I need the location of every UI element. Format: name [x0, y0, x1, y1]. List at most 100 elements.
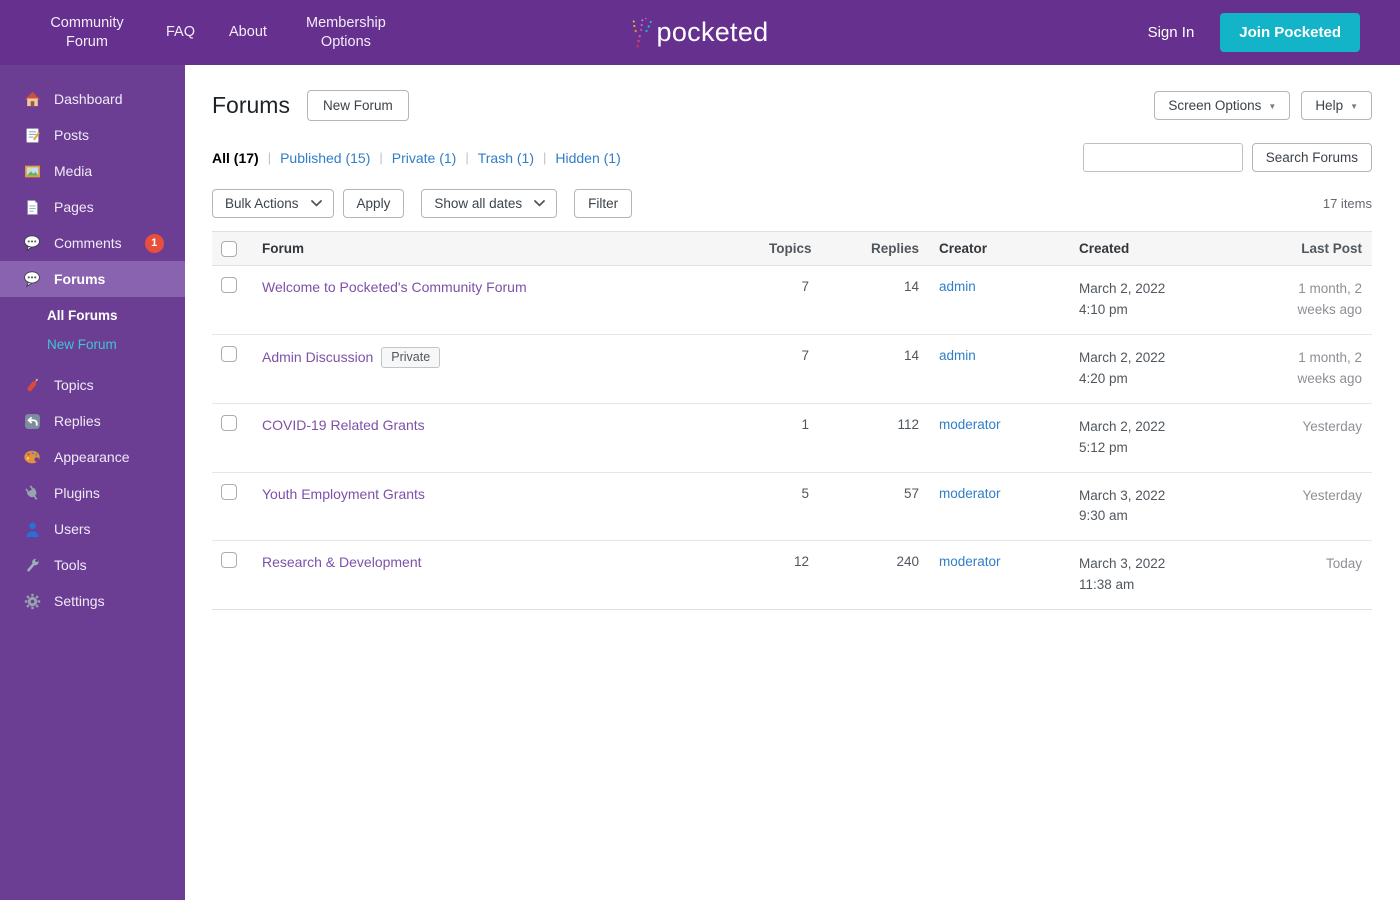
bulk-actions-select[interactable]: Bulk Actions — [212, 189, 334, 218]
table-row: Welcome to Pocketed's Community Forum 7 … — [212, 266, 1372, 335]
created-cell: March 2, 2022 4:10 pm — [1069, 266, 1284, 334]
select-all-checkbox[interactable] — [221, 241, 237, 257]
sidebar-item-pages[interactable]: Pages — [0, 189, 185, 225]
speech-bubble-icon — [23, 270, 41, 288]
reply-arrow-icon — [23, 412, 41, 430]
replies-count: 57 — [903, 485, 919, 501]
caret-down-icon: ▼ — [1268, 102, 1277, 111]
dates-filter-select[interactable]: Show all dates — [421, 189, 558, 218]
last-post: Yesterday — [1302, 418, 1362, 434]
forum-link[interactable]: Admin Discussion — [262, 349, 373, 365]
caret-down-icon: ▼ — [1350, 102, 1358, 111]
new-forum-button[interactable]: New Forum — [306, 90, 409, 121]
creator-link[interactable]: moderator — [939, 554, 1001, 569]
replies-count: 240 — [896, 554, 919, 570]
main-content: Forums New Forum Screen Options ▼ Help ▼ A… — [185, 65, 1400, 900]
last-post: 1 month, 2 weeks ago — [1297, 281, 1362, 317]
nav-community-forum[interactable]: Community Forum — [28, 10, 146, 56]
apply-button[interactable]: Apply — [342, 189, 405, 218]
separator: | — [543, 150, 547, 165]
nav-membership-options[interactable]: Membership Options — [287, 10, 405, 56]
row-checkbox[interactable] — [221, 552, 237, 569]
created-date: March 3, 2022 — [1079, 487, 1166, 503]
sidebar-item-label: Pages — [54, 199, 94, 215]
screen-options-label: Screen Options — [1168, 98, 1262, 113]
forum-link[interactable]: COVID-19 Related Grants — [262, 417, 425, 433]
sidebar-item-posts[interactable]: Posts — [0, 117, 185, 153]
creator-link[interactable]: admin — [939, 348, 976, 363]
column-header-replies: Replies — [870, 241, 919, 256]
creator-link[interactable]: moderator — [939, 417, 1001, 432]
created-cell: March 3, 2022 11:38 am — [1069, 541, 1284, 609]
creator-link[interactable]: moderator — [939, 486, 1001, 501]
nav-about[interactable]: About — [215, 19, 281, 46]
top-bar-right: Sign In Join Pocketed — [1148, 13, 1360, 52]
replies-count: 14 — [903, 347, 919, 363]
sidebar-item-replies[interactable]: Replies — [0, 403, 185, 439]
forum-link[interactable]: Welcome to Pocketed's Community Forum — [262, 279, 527, 295]
submenu-new-forum[interactable]: New Forum — [0, 330, 185, 359]
submenu-all-forums[interactable]: All Forums — [0, 301, 185, 330]
sidebar-item-appearance[interactable]: Appearance — [0, 439, 185, 475]
row-checkbox[interactable] — [221, 414, 237, 431]
sidebar-item-label: Dashboard — [54, 91, 123, 107]
created-date: March 2, 2022 — [1079, 349, 1166, 365]
topics-count: 7 — [801, 279, 809, 294]
filter-published[interactable]: Published (15) — [280, 150, 370, 166]
sidebar-item-dashboard[interactable]: Dashboard — [0, 81, 185, 117]
forum-link[interactable]: Research & Development — [262, 554, 422, 570]
row-checkbox[interactable] — [221, 345, 237, 362]
table-row: COVID-19 Related Grants 1 112 moderator … — [212, 404, 1372, 473]
filter-all[interactable]: All (17) — [212, 150, 259, 166]
table-row: Admin Discussion Private 7 14 admin March… — [212, 335, 1372, 404]
forums-table: Forum Topics Replies Creator Created Las… — [212, 231, 1372, 611]
sidebar-item-forums[interactable]: Forums — [0, 261, 185, 297]
items-count: 17 items — [1322, 196, 1372, 211]
nav-faq[interactable]: FAQ — [152, 19, 209, 46]
palette-icon — [23, 448, 41, 466]
creator-link[interactable]: admin — [939, 279, 976, 294]
site-logo[interactable]: pocketed — [632, 15, 769, 51]
forums-submenu: All Forums New Forum — [0, 297, 185, 367]
private-badge: Private — [381, 346, 441, 368]
sidebar-item-label: Topics — [54, 377, 94, 393]
sidebar-item-topics[interactable]: Topics — [0, 367, 185, 403]
top-bar: Community Forum FAQ About Membership Opt… — [0, 0, 1400, 65]
help-label: Help — [1315, 98, 1344, 113]
column-header-topics: Topics — [769, 241, 812, 256]
sidebar-item-plugins[interactable]: Plugins — [0, 475, 185, 511]
sidebar-item-tools[interactable]: Tools — [0, 547, 185, 583]
row-checkbox[interactable] — [221, 277, 237, 293]
replies-count: 14 — [903, 279, 919, 294]
sidebar-item-label: Appearance — [54, 449, 130, 465]
sidebar-item-label: Comments — [54, 235, 122, 251]
sidebar-item-users[interactable]: Users — [0, 511, 185, 547]
bulk-actions-label: Bulk Actions — [225, 196, 299, 211]
created-date: March 3, 2022 — [1079, 556, 1166, 572]
filter-private[interactable]: Private (1) — [392, 150, 457, 166]
firecracker-icon — [23, 376, 41, 394]
created-time: 4:20 pm — [1079, 370, 1128, 386]
row-checkbox[interactable] — [221, 483, 237, 500]
help-button[interactable]: Help ▼ — [1301, 91, 1372, 120]
column-header-creator: Creator — [939, 241, 988, 256]
sidebar-item-settings[interactable]: Settings — [0, 583, 185, 619]
screen-options-button[interactable]: Screen Options ▼ — [1154, 91, 1291, 120]
join-pocketed-button[interactable]: Join Pocketed — [1220, 13, 1360, 52]
sign-in-link[interactable]: Sign In — [1148, 24, 1195, 41]
topics-count: 7 — [801, 347, 809, 363]
created-cell: March 2, 2022 5:12 pm — [1069, 404, 1284, 472]
sidebar-item-comments[interactable]: Comments 1 — [0, 225, 185, 261]
sidebar-item-media[interactable]: Media — [0, 153, 185, 189]
search-forums-button[interactable]: Search Forums — [1251, 143, 1372, 172]
forum-link[interactable]: Youth Employment Grants — [262, 486, 425, 502]
filter-button[interactable]: Filter — [574, 189, 633, 218]
status-filter-links: All (17) | Published (15) | Private (1) … — [212, 150, 621, 166]
filter-trash[interactable]: Trash (1) — [478, 150, 534, 166]
filter-hidden[interactable]: Hidden (1) — [555, 150, 620, 166]
separator: | — [465, 150, 469, 165]
created-time: 4:10 pm — [1079, 301, 1128, 317]
topics-count: 5 — [801, 485, 809, 501]
search-input[interactable] — [1082, 143, 1243, 172]
replies-count: 112 — [897, 416, 919, 432]
